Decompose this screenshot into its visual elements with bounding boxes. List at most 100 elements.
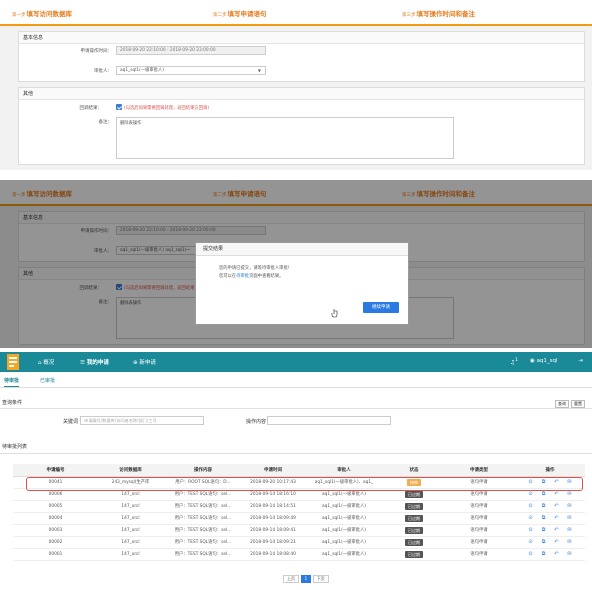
undo-icon[interactable]: ↶ bbox=[552, 491, 561, 497]
copy-icon[interactable]: ⧉ bbox=[539, 551, 548, 557]
cell-type: 语句申请 bbox=[443, 524, 515, 537]
step-3[interactable]: 第三步填写操作时间和备注 bbox=[402, 8, 475, 18]
col-apply-id[interactable]: 申请编号 bbox=[13, 464, 98, 477]
undo-icon[interactable]: ↶ bbox=[552, 479, 561, 485]
view-icon[interactable]: ⊙ bbox=[526, 479, 535, 485]
nav-overview[interactable]: ⌂ 概况 bbox=[38, 358, 54, 366]
copy-icon[interactable]: ⧉ bbox=[539, 515, 548, 521]
status-badge: 已过期 bbox=[405, 514, 423, 522]
cell-actions: ⊙ ⧉ ↶ ✉ bbox=[515, 500, 585, 513]
status-badge: 待审 bbox=[407, 478, 421, 486]
cell-time: 2018-09-14 18:09:21 bbox=[243, 536, 303, 549]
mail-icon[interactable]: ✉ bbox=[565, 479, 574, 485]
prev-page-button[interactable]: 上页 bbox=[283, 575, 299, 583]
view-icon[interactable]: ⊙ bbox=[526, 539, 535, 545]
mail-icon[interactable]: ✉ bbox=[565, 515, 574, 521]
cell-database: 147_orcl bbox=[98, 512, 163, 525]
view-icon[interactable]: ⊙ bbox=[526, 503, 535, 509]
cell-content: 用户：TEST SQL语句：sel... bbox=[163, 548, 243, 561]
mail-icon[interactable]: ✉ bbox=[565, 491, 574, 497]
page-1-button[interactable]: 1 bbox=[300, 575, 312, 583]
cell-content: 用户：TEST SQL语句：sel... bbox=[163, 488, 243, 501]
col-time[interactable]: 申请时间 bbox=[243, 464, 303, 477]
next-page-button[interactable]: 下页 bbox=[312, 575, 329, 583]
tab-pending[interactable]: 待审批 bbox=[4, 377, 20, 387]
cell-type: 语句申请 bbox=[443, 512, 515, 525]
col-status[interactable]: 状态 bbox=[385, 464, 443, 477]
mail-icon[interactable]: ✉ bbox=[565, 551, 574, 557]
cell-time: 2018-09-14 18:09:49 bbox=[243, 512, 303, 525]
table-row[interactable]: 00004 147_orcl 用户：TEST SQL语句：sel... 2018-09… bbox=[13, 512, 585, 525]
top-navbar: ⌂ 概况 ☰ 我的申请 ⊕ 新申请 ♫1 ◉ aq1_sql ⇥ bbox=[0, 352, 592, 372]
cell-apply-id: 00041 bbox=[13, 476, 98, 489]
table-row[interactable]: 00003 147_orcl 用户：TEST SQL语句：sel... 2018-09… bbox=[13, 524, 585, 537]
remark-textarea[interactable]: 删除表操作 bbox=[116, 117, 454, 159]
search-button[interactable]: 查询 bbox=[555, 400, 569, 408]
view-icon[interactable]: ⊙ bbox=[526, 491, 535, 497]
cell-approver: aq1_sql1(一级审批人) bbox=[303, 500, 385, 513]
reset-button[interactable]: 重置 bbox=[571, 400, 585, 408]
cell-apply-id: 00003 bbox=[13, 524, 98, 537]
copy-icon[interactable]: ⧉ bbox=[539, 539, 548, 545]
mail-icon[interactable]: ✉ bbox=[565, 503, 574, 509]
cell-time: 2018-09-14 18:14:51 bbox=[243, 500, 303, 513]
table-row[interactable]: 00006 147_orcl 用户：TEST SQL语句：sel... 2018-09… bbox=[13, 488, 585, 501]
keyword-label: 关键词 bbox=[63, 419, 79, 425]
approver-select[interactable]: aq1_sql1(一级审批人) ▼ bbox=[116, 66, 266, 75]
mail-icon[interactable]: ✉ bbox=[565, 539, 574, 545]
col-type[interactable]: 申请类型 bbox=[443, 464, 515, 477]
continue-apply-button[interactable]: 继续申请 bbox=[363, 302, 399, 313]
col-database[interactable]: 访问数据库 bbox=[98, 464, 163, 477]
subtab-bar: 待审批 已审批 bbox=[0, 372, 592, 388]
apply-step3-form: 第一步填写访问数据库 第二步填写申请语句 第三步填写操作时间和备注 基本信息 申… bbox=[0, 0, 592, 170]
view-icon[interactable]: ⊙ bbox=[526, 515, 535, 521]
table-row[interactable]: 00002 147_orcl 用户：TEST SQL语句：sel... 2018-09… bbox=[13, 536, 585, 549]
status-badge: 已过期 bbox=[405, 538, 423, 546]
undo-icon[interactable]: ↶ bbox=[552, 527, 561, 533]
cell-content: 用户：TEST SQL语句：sel... bbox=[163, 524, 243, 537]
notification-bell[interactable]: ♫1 bbox=[510, 358, 518, 366]
cell-time: 2018-09-14 18:16:10 bbox=[243, 488, 303, 501]
pending-approval-link[interactable]: 待审批 bbox=[236, 274, 249, 279]
view-icon[interactable]: ⊙ bbox=[526, 527, 535, 533]
copy-icon[interactable]: ⧉ bbox=[539, 491, 548, 497]
cell-approver: aq1_sql1(一级审批人) bbox=[303, 548, 385, 561]
pending-list-heading: 待审批列表 bbox=[0, 442, 592, 454]
tab-approved[interactable]: 已审批 bbox=[40, 377, 55, 384]
submit-result-dialog: 提交结果 您的申请已提交，请等待审批人审批！ 您可以在待审批页面中查看结果。 继… bbox=[195, 242, 409, 325]
undo-icon[interactable]: ↶ bbox=[552, 539, 561, 545]
step-2[interactable]: 第二步填写申请语句 bbox=[213, 8, 267, 18]
step-2-num: 第二步 bbox=[213, 13, 227, 18]
undo-icon[interactable]: ↶ bbox=[552, 503, 561, 509]
table-row[interactable]: 00001 147_orcl 用户：TEST SQL语句：sel... 2018-09… bbox=[13, 548, 585, 561]
cell-approver: aq1_sql1(一级审批人) bbox=[303, 524, 385, 537]
dialog-hint-post: 页面中查看结果。 bbox=[249, 274, 284, 279]
undo-icon[interactable]: ↶ bbox=[552, 515, 561, 521]
cell-time: 2018-09-14 18:09:41 bbox=[243, 524, 303, 537]
nav-my-apply[interactable]: ☰ 我的申请 bbox=[80, 358, 109, 366]
dialog-title: 提交结果 bbox=[196, 243, 408, 256]
nav-new-apply[interactable]: ⊕ 新申请 bbox=[133, 358, 156, 366]
table-row[interactable]: 00041 243_mysql(生产库 用户：ROOT SQL语句：D... 2018… bbox=[13, 476, 585, 489]
step-3-num: 第三步 bbox=[402, 13, 416, 18]
table-row[interactable]: 00005 147_orcl 用户：TEST SQL语句：sel... 2018-09… bbox=[13, 500, 585, 513]
cell-actions: ⊙ ⧉ ↶ ✉ bbox=[515, 536, 585, 549]
cell-database: 147_orcl bbox=[98, 488, 163, 501]
copy-icon[interactable]: ⧉ bbox=[539, 527, 548, 533]
logout-button[interactable]: ⇥ bbox=[578, 358, 583, 364]
user-menu[interactable]: ◉ aq1_sql bbox=[530, 358, 558, 364]
view-icon[interactable]: ⊙ bbox=[526, 551, 535, 557]
undo-icon[interactable]: ↶ bbox=[552, 551, 561, 557]
user-name: aq1_sql bbox=[536, 358, 558, 364]
keyword-input[interactable]: 申请编号/数据库/访问者名称/部门/工号 bbox=[80, 416, 204, 425]
copy-icon[interactable]: ⧉ bbox=[539, 479, 548, 485]
step-1[interactable]: 第一步填写访问数据库 bbox=[12, 8, 72, 18]
col-approver[interactable]: 审批人 bbox=[303, 464, 385, 477]
cell-content: 用户：TEST SQL语句：sel... bbox=[163, 536, 243, 549]
mail-icon[interactable]: ✉ bbox=[565, 527, 574, 533]
cell-status: 已过期 bbox=[385, 512, 443, 525]
result-checkbox[interactable] bbox=[116, 104, 122, 110]
col-content[interactable]: 操作内容 bbox=[163, 464, 243, 477]
copy-icon[interactable]: ⧉ bbox=[539, 503, 548, 509]
content-input[interactable] bbox=[267, 416, 391, 425]
